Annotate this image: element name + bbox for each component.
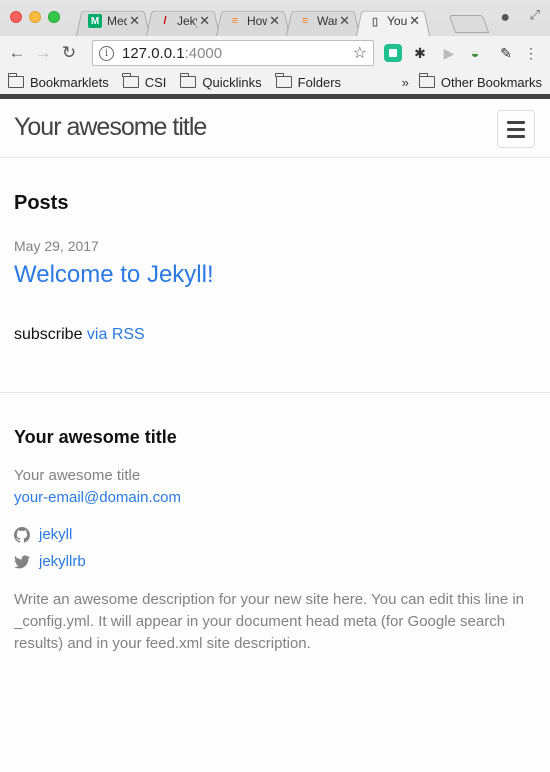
minimize-window-button[interactable] bbox=[29, 11, 41, 23]
fullscreen-icon[interactable]: ⤢ bbox=[530, 7, 540, 23]
footer-site-name: Your awesome title bbox=[14, 467, 141, 484]
tab-jekyll[interactable]: / Jeky ✕ bbox=[146, 6, 220, 36]
gear-icon[interactable]: ✱ bbox=[411, 44, 429, 62]
extension-green-icon[interactable] bbox=[384, 44, 402, 62]
folder-icon bbox=[275, 73, 292, 88]
folder-icon bbox=[418, 73, 435, 88]
folder-icon bbox=[7, 73, 24, 88]
twitter-link[interactable]: jekyllrb bbox=[39, 553, 86, 570]
medium-icon: M bbox=[88, 14, 102, 28]
footer-heading: Your awesome title bbox=[14, 427, 177, 447]
back-arrow-icon[interactable]: ← bbox=[6, 42, 28, 64]
other-bookmarks[interactable]: Other Bookmarks bbox=[418, 73, 542, 90]
close-tab-icon[interactable]: ✕ bbox=[269, 13, 280, 29]
document-icon: ▯ bbox=[371, 15, 379, 28]
site-header: Your awesome title bbox=[0, 99, 550, 158]
rss-link[interactable]: via RSS bbox=[87, 326, 145, 343]
tab-title: Med bbox=[107, 14, 128, 28]
address-bar[interactable]: i 127.0.0.1:4000 ☆ bbox=[92, 40, 374, 66]
kebab-menu-icon[interactable]: ⋮ bbox=[522, 44, 540, 62]
bowl-extension-icon[interactable]: ◒ bbox=[466, 44, 484, 62]
zoom-window-button[interactable] bbox=[48, 11, 60, 23]
tab-active-site[interactable]: ▯ You ✕ bbox=[356, 6, 430, 36]
menu-bar bbox=[507, 134, 525, 138]
jekyll-icon: / bbox=[163, 15, 167, 27]
tab-bar: M Med ✕ / Jeky ✕ ≡ How ✕ ≡ War ✕ ▯ You bbox=[0, 0, 550, 36]
folder-icon bbox=[122, 73, 139, 88]
forward-arrow-icon[interactable]: → bbox=[32, 42, 54, 64]
post-date: May 29, 2017 bbox=[14, 238, 99, 254]
tab-title: War bbox=[317, 14, 338, 28]
menu-bar bbox=[507, 127, 525, 131]
bookmark-label: Folders bbox=[297, 74, 342, 90]
web-page: Your awesome title Posts May 29, 2017 We… bbox=[0, 99, 550, 772]
close-tab-icon[interactable]: ✕ bbox=[409, 13, 420, 29]
bookmark-folder[interactable]: CSI bbox=[122, 73, 167, 90]
bookmark-folder[interactable]: Bookmarklets bbox=[7, 73, 109, 90]
github-link[interactable]: jekyll bbox=[39, 526, 72, 543]
stackoverflow-icon: ≡ bbox=[231, 15, 239, 27]
rss-subscribe: subscribe via RSS bbox=[14, 326, 145, 344]
post-link[interactable]: Welcome to Jekyll! bbox=[14, 261, 214, 289]
bookmark-star-icon[interactable]: ☆ bbox=[353, 43, 367, 63]
tab-medium[interactable]: M Med ✕ bbox=[76, 6, 150, 36]
hamburger-menu-button[interactable] bbox=[497, 110, 535, 148]
bookmarks-overflow: » Other Bookmarks bbox=[402, 73, 542, 90]
menu-bar bbox=[507, 120, 525, 124]
bookmark-folder[interactable]: Folders bbox=[275, 73, 342, 90]
tab-title: Jeky bbox=[177, 14, 197, 28]
play-icon[interactable]: ▶ bbox=[440, 44, 458, 62]
info-icon[interactable]: i bbox=[99, 45, 114, 61]
tab-stackoverflow-how[interactable]: ≡ How ✕ bbox=[216, 6, 290, 36]
eyedropper-icon[interactable]: ✎ bbox=[497, 44, 515, 62]
tab-title: How bbox=[247, 14, 268, 28]
profile-icon[interactable]: ● bbox=[500, 9, 510, 27]
new-tab-button[interactable] bbox=[448, 15, 490, 33]
reload-icon[interactable]: ↻ bbox=[58, 42, 80, 64]
browser-chrome: M Med ✕ / Jeky ✕ ≡ How ✕ ≡ War ✕ ▯ You bbox=[0, 0, 550, 99]
site-title[interactable]: Your awesome title bbox=[14, 113, 207, 142]
subscribe-text: subscribe bbox=[14, 326, 87, 343]
close-window-button[interactable] bbox=[10, 11, 22, 23]
twitter-icon bbox=[14, 554, 30, 568]
tab-title: You bbox=[387, 14, 408, 28]
github-icon bbox=[14, 526, 30, 543]
tabs: M Med ✕ / Jeky ✕ ≡ How ✕ ≡ War ✕ ▯ You bbox=[76, 6, 426, 36]
footer-email-link[interactable]: your-email@domain.com bbox=[14, 489, 181, 506]
close-tab-icon[interactable]: ✕ bbox=[339, 13, 350, 29]
tab-stackoverflow-war[interactable]: ≡ War ✕ bbox=[286, 6, 360, 36]
url-host: 127.0.0.1 bbox=[122, 44, 185, 62]
site-footer: Your awesome title Your awesome title yo… bbox=[0, 392, 550, 772]
site-description: Write an awesome description for your ne… bbox=[14, 591, 524, 652]
bookmark-label: Quicklinks bbox=[202, 74, 262, 90]
stackoverflow-icon: ≡ bbox=[301, 15, 309, 27]
other-bookmarks-label: Other Bookmarks bbox=[440, 74, 542, 90]
folder-icon bbox=[180, 73, 197, 88]
close-tab-icon[interactable]: ✕ bbox=[129, 13, 140, 29]
bookmark-label: Bookmarklets bbox=[30, 74, 109, 90]
twitter-social-item: jekyllrb bbox=[14, 553, 86, 570]
url-port: :4000 bbox=[184, 44, 223, 62]
window-controls bbox=[10, 11, 60, 23]
bookmark-label: CSI bbox=[144, 74, 167, 90]
browser-toolbar: ← → ↻ i 127.0.0.1:4000 ☆ ✱ ▶ ◒ ✎ ⋮ bbox=[0, 36, 550, 70]
close-tab-icon[interactable]: ✕ bbox=[199, 13, 210, 29]
github-social-item: jekyll bbox=[14, 526, 72, 543]
bookmark-folder[interactable]: Quicklinks bbox=[180, 73, 262, 90]
bookmarks-bar: Bookmarklets CSI Quicklinks Folders » Ot… bbox=[0, 70, 550, 94]
chevron-double-right-icon[interactable]: » bbox=[402, 75, 409, 90]
post-list-heading: Posts bbox=[14, 192, 69, 214]
